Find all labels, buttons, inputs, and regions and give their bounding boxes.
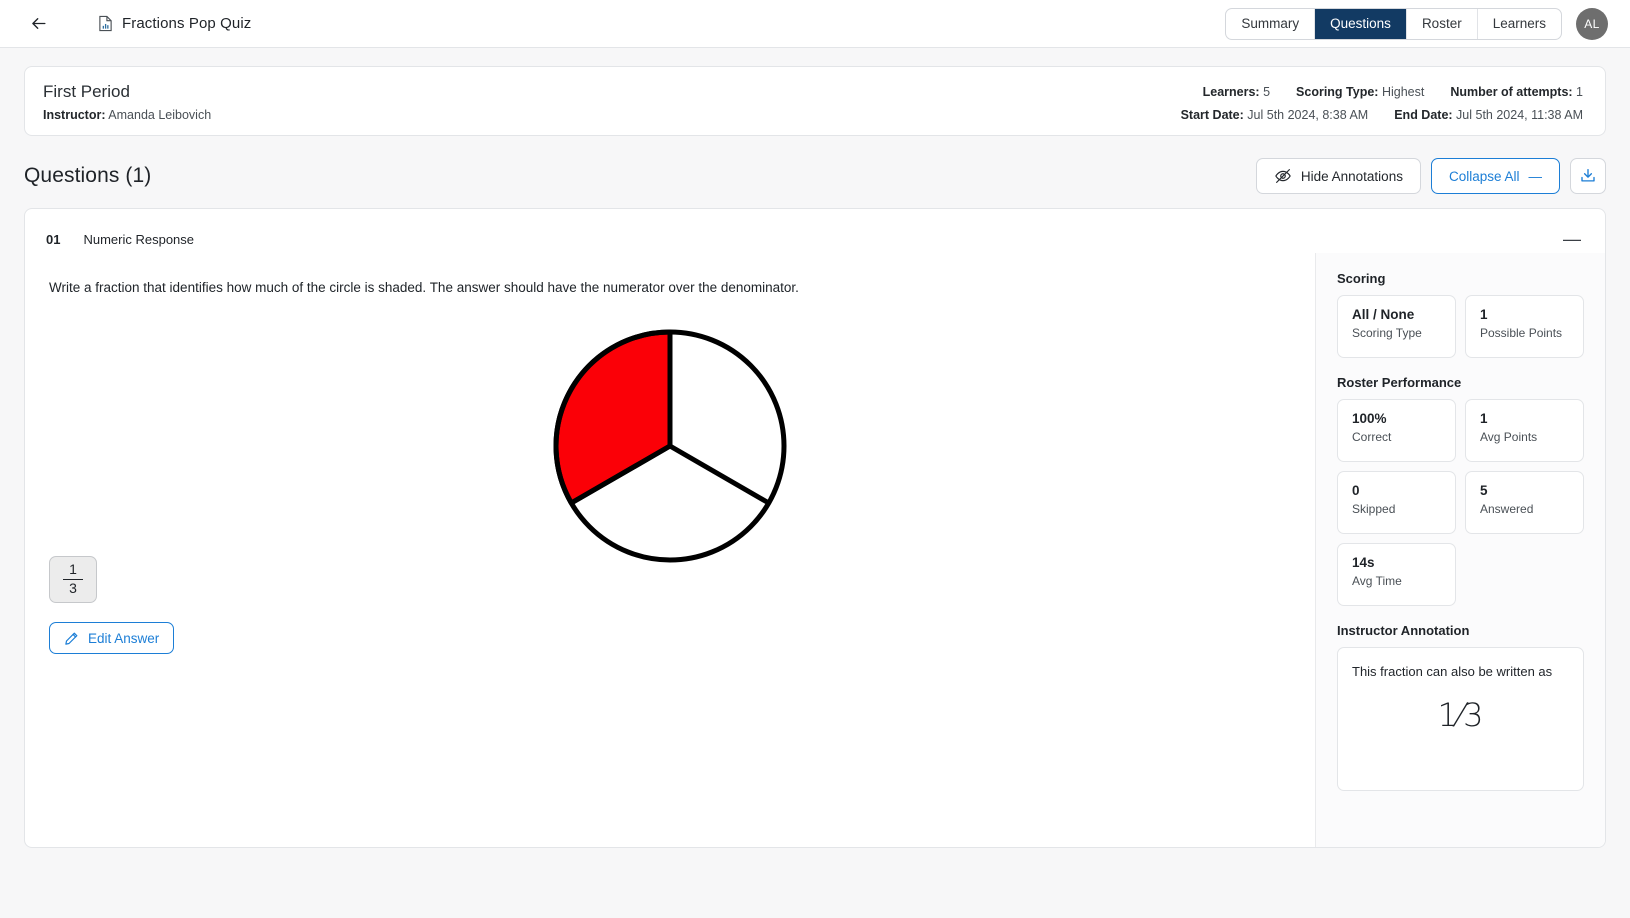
hide-annotations-label: Hide Annotations [1300, 168, 1403, 184]
start-date-label: Start Date: [1180, 108, 1244, 122]
end-date-value: Jul 5th 2024, 11:38 AM [1456, 108, 1583, 122]
end-date-meta: End Date: Jul 5th 2024, 11:38 AM [1394, 108, 1583, 122]
end-date-label: End Date: [1394, 108, 1453, 122]
question-collapse-toggle[interactable]: — [1559, 228, 1585, 250]
back-button[interactable] [24, 10, 52, 38]
tab-learners[interactable]: Learners [1478, 9, 1561, 39]
scoring-stats: All / None Scoring Type 1 Possible Point… [1337, 295, 1584, 358]
stat-avg-time: 14s Avg Time [1337, 543, 1456, 606]
scoring-type-meta: Scoring Type: Highest [1296, 85, 1424, 99]
attempts-meta: Number of attempts: 1 [1450, 85, 1583, 99]
start-date-meta: Start Date: Jul 5th 2024, 8:38 AM [1181, 108, 1369, 122]
shaded-circle-thirds-icon [547, 323, 793, 569]
question-card-header: 01 Numeric Response — [25, 209, 1605, 253]
document-chart-icon [98, 15, 113, 32]
questions-header: Questions (1) Hide Annotations Collapse … [24, 158, 1606, 194]
instructor-annotation-box: This fraction can also be written as 1⁄3 [1337, 647, 1584, 791]
stat-label: Possible Points [1480, 326, 1563, 340]
meta-row-2: Start Date: Jul 5th 2024, 8:38 AM End Da… [1181, 108, 1583, 122]
question-sidebar: Scoring All / None Scoring Type 1 Possib… [1315, 253, 1605, 847]
avatar[interactable]: AL [1576, 7, 1608, 40]
tab-questions[interactable]: Questions [1315, 8, 1407, 39]
learners-label: Learners: [1202, 85, 1260, 99]
stat-skipped: 0 Skipped [1337, 471, 1456, 534]
tab-group: Summary Questions Roster Learners [1225, 7, 1562, 40]
question-number: 01 [46, 231, 61, 247]
stat-label: Avg Points [1480, 430, 1538, 444]
questions-count-title: Questions (1) [24, 164, 152, 187]
stat-possible-points: 1 Possible Points [1465, 295, 1584, 358]
stat-value: 1 [1480, 411, 1488, 426]
stat-value: 14s [1352, 555, 1375, 570]
stat-avg-points: 1 Avg Points [1465, 399, 1584, 462]
instructor-annotation-title: Instructor Annotation [1337, 623, 1470, 638]
class-info-left: First Period Instructor: Amanda Leibovic… [43, 82, 211, 122]
question-card: 01 Numeric Response — Write a fraction t… [24, 208, 1606, 848]
question-prompt: Write a fraction that identifies how muc… [49, 280, 799, 295]
stat-label: Correct [1352, 430, 1392, 444]
start-date-value: Jul 5th 2024, 8:38 AM [1247, 108, 1369, 122]
download-button[interactable] [1570, 158, 1606, 194]
class-meta: Learners: 5 Scoring Type: Highest Number… [1181, 82, 1583, 122]
stat-value: All / None [1352, 307, 1415, 322]
period-name: First Period [43, 82, 130, 101]
scoring-type-value: Highest [1381, 85, 1425, 99]
eye-off-icon [1274, 167, 1292, 185]
learners-value: 5 [1263, 85, 1271, 99]
stat-correct: 100% Correct [1337, 399, 1456, 462]
top-nav: Summary Questions Roster Learners AL [1225, 7, 1608, 40]
stat-label: Scoring Type [1352, 326, 1422, 340]
question-main: Write a fraction that identifies how muc… [25, 253, 1315, 847]
stat-value: 1 [1480, 307, 1488, 322]
question-body: Write a fraction that identifies how muc… [25, 253, 1605, 847]
top-bar: Fractions Pop Quiz Summary Questions Ros… [0, 0, 1630, 48]
answer-numerator: 1 [69, 560, 77, 577]
instructor-name: Amanda Leibovich [108, 108, 212, 122]
stat-value: 100% [1352, 411, 1387, 426]
collapse-all-button[interactable]: Collapse All — [1430, 158, 1560, 194]
class-info-card: First Period Instructor: Amanda Leibovic… [24, 66, 1606, 136]
instructor-label: Instructor: [43, 108, 106, 122]
download-icon [1579, 167, 1597, 185]
hide-annotations-button[interactable]: Hide Annotations [1255, 158, 1421, 194]
edit-answer-label: Edit Answer [88, 630, 160, 646]
stat-label: Avg Time [1352, 574, 1402, 588]
annotation-text: This fraction can also be written as [1352, 664, 1553, 679]
scoring-section-title: Scoring [1337, 271, 1386, 286]
question-figure [49, 320, 1291, 572]
roster-stats: 100% Correct 1 Avg Points 0 Skipped 5 An… [1337, 399, 1584, 606]
question-type: Numeric Response [83, 231, 195, 247]
stat-scoring-type: All / None Scoring Type [1337, 295, 1456, 358]
tab-summary[interactable]: Summary [1226, 8, 1316, 39]
answer-denominator: 3 [69, 580, 77, 596]
stat-value: 5 [1480, 483, 1488, 498]
edit-answer-button[interactable]: Edit Answer [49, 622, 175, 654]
stat-label: Skipped [1352, 502, 1396, 516]
page-content: First Period Instructor: Amanda Leibovic… [0, 66, 1630, 848]
attempts-value: 1 [1576, 85, 1583, 99]
stat-answered: 5 Answered [1465, 471, 1584, 534]
answer-value-chip: 1 3 [49, 556, 97, 603]
meta-row-1: Learners: 5 Scoring Type: Highest Number… [1181, 85, 1583, 99]
pencil-icon [64, 631, 79, 646]
document-title-group: Fractions Pop Quiz [98, 15, 251, 32]
page-title: Fractions Pop Quiz [122, 15, 252, 32]
instructor-line: Instructor: Amanda Leibovich [43, 108, 211, 122]
minus-icon: — [1528, 168, 1543, 184]
scoring-type-label: Scoring Type: [1296, 85, 1379, 99]
collapse-all-label: Collapse All [1448, 168, 1520, 184]
stat-label: Answered [1480, 502, 1534, 516]
roster-performance-title: Roster Performance [1337, 375, 1462, 390]
attempts-label: Number of attempts: [1450, 85, 1573, 99]
annotation-fraction: 1⁄3 [1437, 696, 1484, 735]
arrow-left-icon [29, 14, 48, 33]
questions-actions: Hide Annotations Collapse All — [1255, 158, 1606, 194]
tab-roster[interactable]: Roster [1407, 8, 1478, 39]
learners-meta: Learners: 5 [1203, 85, 1270, 99]
stat-value: 0 [1352, 483, 1360, 498]
